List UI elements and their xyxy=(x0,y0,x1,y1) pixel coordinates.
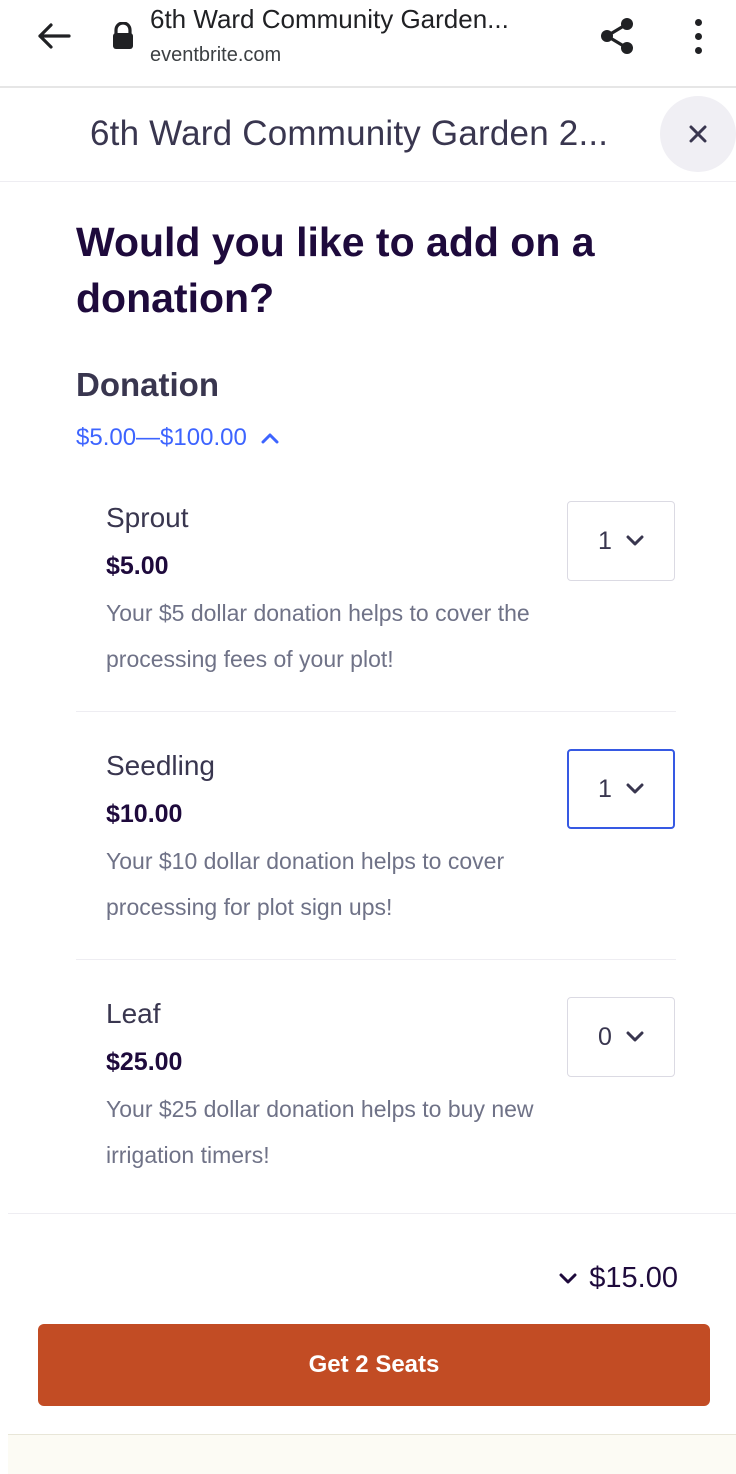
quantity-select-leaf[interactable]: 0 xyxy=(567,997,675,1077)
back-arrow-icon[interactable] xyxy=(30,14,78,58)
ticket-seedling: Seedling $10.00 Your $10 dollar donation… xyxy=(76,730,676,960)
chevron-down-icon xyxy=(626,535,644,546)
more-vert-icon[interactable] xyxy=(680,14,716,58)
modal-title: 6th Ward Community Garden 2... xyxy=(90,114,609,153)
ticket-sprout: Sprout $5.00 Your $5 dollar donation hel… xyxy=(76,482,676,712)
footer-divider xyxy=(8,1213,736,1214)
ticket-description: Your $25 dollar donation helps to buy ne… xyxy=(106,1096,534,1168)
bottom-strip xyxy=(8,1434,736,1474)
ticket-leaf: Leaf $25.00 Your $25 dollar donation hel… xyxy=(76,978,676,1208)
section-title: Donation xyxy=(76,366,219,403)
price-range-label: $5.00—$100.00 xyxy=(76,424,247,451)
order-total-toggle[interactable]: $15.00 xyxy=(559,1262,678,1295)
ticket-price: $25.00 xyxy=(106,1048,183,1076)
url-domain[interactable]: eventbrite.com xyxy=(150,44,281,67)
ticket-price: $10.00 xyxy=(106,800,183,828)
quantity-value: 1 xyxy=(598,526,612,555)
page-title[interactable]: 6th Ward Community Garden... xyxy=(150,4,509,35)
share-icon[interactable] xyxy=(596,14,640,58)
get-seats-button[interactable]: Get 2 Seats xyxy=(38,1324,710,1406)
browser-toolbar: 6th Ward Community Garden... eventbrite.… xyxy=(0,0,736,88)
quantity-value: 1 xyxy=(598,774,612,803)
ticket-name: Seedling xyxy=(106,750,215,781)
donation-question-heading: Would you like to add on a donation? xyxy=(76,219,595,321)
ticket-description: Your $10 dollar donation helps to cover … xyxy=(106,848,505,920)
ticket-name: Sprout xyxy=(106,502,189,533)
chevron-down-icon xyxy=(626,783,644,794)
lock-icon xyxy=(110,21,136,50)
quantity-value: 0 xyxy=(598,1022,612,1051)
quantity-select-seedling[interactable]: 1 xyxy=(567,749,675,829)
chevron-down-icon xyxy=(626,1031,644,1042)
close-icon[interactable] xyxy=(660,96,736,172)
quantity-select-sprout[interactable]: 1 xyxy=(567,501,675,581)
modal-header: 6th Ward Community Garden 2... xyxy=(0,90,736,182)
price-range-toggle[interactable]: $5.00—$100.00 xyxy=(76,424,279,452)
ticket-price: $5.00 xyxy=(106,552,169,580)
ticket-description: Your $5 dollar donation helps to cover t… xyxy=(106,600,530,672)
chevron-down-icon xyxy=(559,1273,577,1283)
ticket-name: Leaf xyxy=(106,998,161,1029)
order-total: $15.00 xyxy=(589,1262,678,1294)
chevron-up-icon xyxy=(261,433,279,444)
